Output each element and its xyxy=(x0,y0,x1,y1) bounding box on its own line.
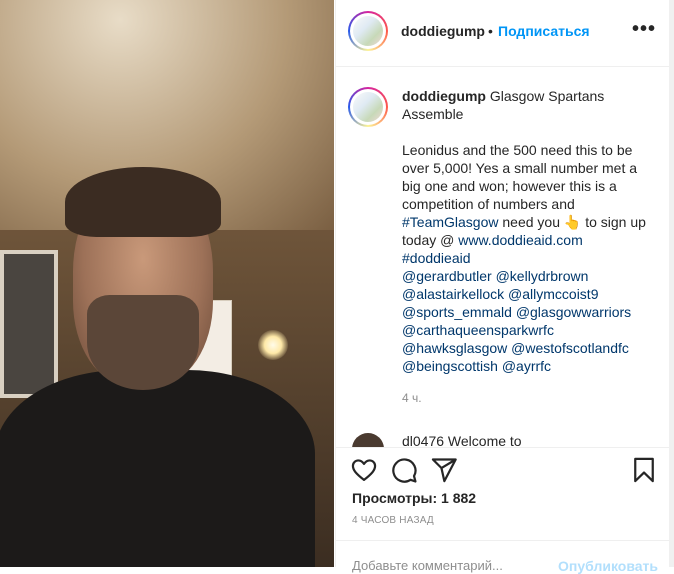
caption-avatar[interactable] xyxy=(348,87,388,127)
mention-link[interactable]: @glasgowwarriors xyxy=(516,304,631,320)
comment-text: dl0476 Welcome to xyxy=(402,433,522,447)
mention-link[interactable]: @gerardbutler xyxy=(402,268,492,284)
hashtag-doddieaid[interactable]: #doddieaid xyxy=(402,250,471,266)
mention-link[interactable]: @sports_emmald xyxy=(402,304,512,320)
avatar[interactable] xyxy=(348,11,388,51)
caption-text: doddiegump Glasgow Spartans Assemble Leo… xyxy=(402,87,650,407)
hashtag-teamglasgow[interactable]: #TeamGlasgow xyxy=(402,214,499,230)
pointing-up-emoji-icon: 👆 xyxy=(563,214,582,230)
post-header: doddiegump • Подписаться ••• xyxy=(336,0,670,67)
publish-button[interactable]: Опубликовать xyxy=(558,558,658,574)
person-body xyxy=(0,370,315,567)
comment-item: dl0476 Welcome to xyxy=(348,429,658,447)
comment-input[interactable]: Добавьте комментарий... xyxy=(352,558,503,573)
mention-link[interactable]: @allymccoist9 xyxy=(508,286,598,302)
mention-link[interactable]: @hawksglasgow xyxy=(402,340,507,356)
caption-username[interactable]: doddiegump xyxy=(402,88,486,104)
avatar-image xyxy=(353,16,383,46)
comment-avatar[interactable] xyxy=(352,433,384,447)
caption-body: Leonidus and the 500 need this to be ove… xyxy=(402,141,650,375)
speech-bubble-icon[interactable] xyxy=(390,456,418,484)
comments-area[interactable]: doddiegump Glasgow Spartans Assemble Leo… xyxy=(336,67,670,447)
person-hair xyxy=(65,167,221,237)
caption-body-text: Leonidus and the 500 need this to be ove… xyxy=(402,142,638,212)
views-count[interactable]: Просмотры: 1 882 xyxy=(352,490,476,506)
bookmark-icon[interactable] xyxy=(630,456,658,484)
scrollbar[interactable] xyxy=(669,0,674,567)
separator-dot: • xyxy=(488,23,493,39)
heart-icon[interactable] xyxy=(350,456,378,484)
paper-plane-icon[interactable] xyxy=(430,456,458,484)
post-panel: doddiegump • Подписаться ••• doddiegump … xyxy=(335,0,670,574)
post-time[interactable]: 4 ЧАСОВ НАЗАД xyxy=(352,515,434,526)
person-beard xyxy=(87,295,199,390)
action-bar xyxy=(336,447,670,492)
mention-link[interactable]: @ayrrfc xyxy=(502,358,551,374)
avatar-image xyxy=(353,92,383,122)
caption-body-text: need you xyxy=(498,214,564,230)
caption-timestamp[interactable]: 4 ч. xyxy=(402,389,650,407)
mention-link[interactable]: @alastairkellock xyxy=(402,286,504,302)
video-player[interactable] xyxy=(0,0,334,567)
more-options-icon[interactable]: ••• xyxy=(632,18,656,41)
mention-link[interactable]: @beingscottish xyxy=(402,358,498,374)
follow-button[interactable]: Подписаться xyxy=(498,23,590,39)
add-comment-bar: Добавьте комментарий... Опубликовать xyxy=(336,540,670,574)
post-username[interactable]: doddiegump xyxy=(401,23,485,39)
video-person xyxy=(0,167,315,567)
caption-title-line: doddiegump Glasgow Spartans Assemble xyxy=(402,87,650,123)
mention-link[interactable]: @westofscotlandfc xyxy=(511,340,629,356)
mention-link[interactable]: @kellydrbrown xyxy=(496,268,589,284)
mention-link[interactable]: @carthaqueensparkwrfc xyxy=(402,322,554,338)
url-link[interactable]: www.doddieaid.com xyxy=(458,232,583,248)
